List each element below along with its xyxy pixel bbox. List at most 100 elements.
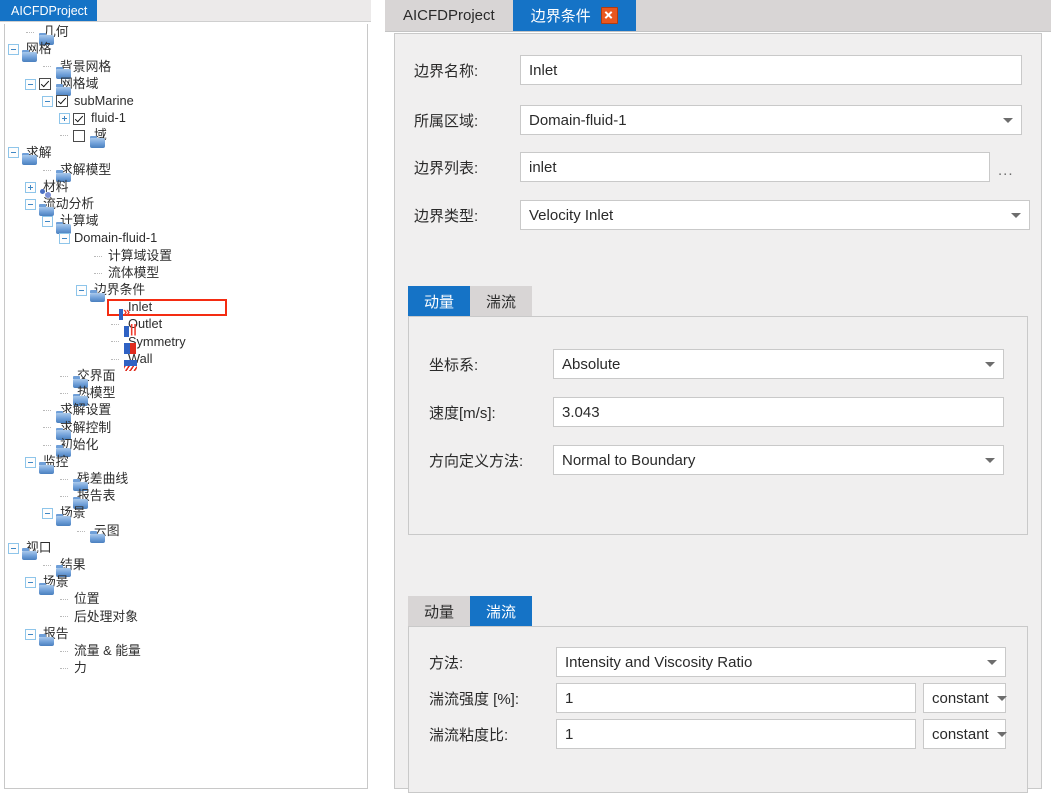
tree-item-30[interactable]: 视口 (5, 540, 367, 557)
turbulence-intensity-input[interactable]: 1 (556, 683, 916, 713)
tree-item-32[interactable]: 场景 (5, 574, 367, 591)
field-boundary-type: 边界类型: Velocity Inlet (414, 200, 1030, 230)
tree-item-5[interactable]: fluid-1 (5, 110, 367, 127)
tree-connector (42, 61, 53, 72)
collapse-icon[interactable] (59, 233, 70, 245)
tree-item-3[interactable]: 网格域 (5, 76, 367, 93)
tree-item-9[interactable]: 材料 (5, 179, 367, 196)
checkbox-off[interactable] (73, 129, 85, 142)
tab-momentum-lower-label: 动量 (424, 603, 455, 621)
project-tree-tabbar: AICFDProject (0, 0, 371, 22)
collapse-icon[interactable] (42, 95, 53, 107)
tab-momentum-lower[interactable]: 动量 (408, 596, 471, 626)
owner-domain-select[interactable]: Domain-fluid-1 (520, 105, 1022, 135)
tree-item-label: Domain-fluid-1 (74, 230, 158, 246)
tab-turbulence[interactable]: 湍流 (470, 596, 533, 626)
tree-item-17[interactable]: Outlet (5, 316, 367, 333)
tab-boundary-conditions[interactable]: 边界条件 (512, 0, 636, 31)
turbulence-method-value: Intensity and Viscosity Ratio (565, 653, 753, 671)
field-owner-domain: 所属区域: Domain-fluid-1 (414, 105, 1022, 135)
collapse-icon[interactable] (25, 78, 36, 90)
tab-turbulence-upper[interactable]: 湍流 (470, 286, 533, 316)
tree-item-22[interactable]: 求解设置 (5, 402, 367, 419)
tree-item-28[interactable]: 场景 (5, 505, 367, 522)
tree-item-34[interactable]: 后处理对象 (5, 608, 367, 625)
tree-connector (110, 319, 121, 330)
close-icon[interactable] (600, 7, 618, 24)
tree-item-12[interactable]: Domain-fluid-1 (5, 230, 367, 247)
direction-method-select[interactable]: Normal to Boundary (553, 445, 1004, 475)
tree-item-36[interactable]: 流量 & 能量 (5, 643, 367, 660)
coordinate-system-select[interactable]: Absolute (553, 349, 1004, 379)
checkbox-on[interactable] (39, 78, 51, 91)
tree-item-8[interactable]: 求解模型 (5, 162, 367, 179)
tree-item-6[interactable]: 域 (5, 127, 367, 144)
collapse-icon[interactable] (8, 147, 19, 159)
boundary-list-browse-button[interactable]: ... (990, 163, 1014, 178)
tree-item-11[interactable]: 计算域 (5, 213, 367, 230)
tree-item-23[interactable]: 求解控制 (5, 419, 367, 436)
expand-icon[interactable] (25, 181, 36, 193)
field-turbulence-viscosity-ratio-label: 湍流粘度比: (429, 726, 509, 744)
tree-item-33[interactable]: 位置 (5, 591, 367, 608)
tree-item-1[interactable]: 网格 (5, 41, 367, 58)
checkbox-on[interactable] (56, 95, 68, 108)
collapse-icon[interactable] (8, 44, 19, 56)
checkbox-on[interactable] (73, 112, 85, 125)
turbulence-viscosity-ratio-unit-select[interactable]: constant (923, 719, 1007, 749)
tree-item-14[interactable]: 流体模型 (5, 265, 367, 282)
turbulence-viscosity-ratio-input[interactable]: 1 (556, 719, 916, 749)
tree-connector (25, 27, 36, 38)
project-tree[interactable]: 几何 网格 背景网格 网格域 subMarine fluid-1 域求解 求解模型 材料 流动分析… (4, 24, 368, 789)
collapse-icon[interactable] (76, 284, 87, 296)
tree-item-19[interactable]: Wall (5, 351, 367, 368)
tree-item-7[interactable]: 求解 (5, 144, 367, 161)
field-turbulence-viscosity-ratio: 湍流粘度比: 1 constant (429, 719, 1007, 749)
tree-item-26[interactable]: 残差曲线 (5, 471, 367, 488)
tab-aicfdproject-label: AICFDProject (403, 7, 495, 24)
tree-item-label: 力 (74, 660, 87, 676)
velocity-input[interactable]: 3.043 (553, 397, 1004, 427)
turbulence-intensity-unit-select[interactable]: constant (923, 683, 1007, 713)
tree-item-label: 流量 & 能量 (74, 642, 141, 658)
collapse-icon[interactable] (25, 456, 36, 468)
tree-item-24[interactable]: 初始化 (5, 437, 367, 454)
tree-item-0[interactable]: 几何 (5, 24, 367, 41)
tree-item-37[interactable]: 力 (5, 660, 367, 677)
tree-item-18[interactable]: Symmetry (5, 333, 367, 350)
boundary-list-input[interactable]: inlet (520, 152, 990, 182)
turbulence-method-select[interactable]: Intensity and Viscosity Ratio (556, 647, 1006, 677)
momentum-tabgroup: 动量 湍流 坐标系: Absolute 速度[m/s]: 3.043 方向定义方… (408, 286, 1028, 535)
boundary-conditions-form: 边界名称: Inlet 所属区域: Domain-fluid-1 边界列表: i… (394, 33, 1042, 793)
tree-item-29[interactable]: 云图 (5, 522, 367, 539)
tree-item-10[interactable]: 流动分析 (5, 196, 367, 213)
tree-item-15[interactable]: 边界条件 (5, 282, 367, 299)
tree-item-16[interactable]: Inlet (5, 299, 367, 316)
collapse-icon[interactable] (8, 542, 19, 554)
expand-icon[interactable] (59, 113, 70, 125)
tree-item-27[interactable]: 报告表 (5, 488, 367, 505)
tab-turbulence-upper-label: 湍流 (486, 293, 517, 311)
field-turbulence-intensity-label: 湍流强度 [%]: (429, 690, 520, 708)
tab-aicfdproject[interactable]: AICFDProject (385, 0, 513, 31)
tree-connector (76, 526, 87, 537)
tree-item-13[interactable]: 计算域设置 (5, 247, 367, 264)
tree-item-4[interactable]: subMarine (5, 93, 367, 110)
tree-connector (59, 663, 70, 674)
tree-item-21[interactable]: 热模型 (5, 385, 367, 402)
tree-item-35[interactable]: 报告 (5, 626, 367, 643)
collapse-icon[interactable] (42, 216, 53, 228)
boundary-name-input[interactable]: Inlet (520, 55, 1022, 85)
tab-aicfdproject-tree[interactable]: AICFDProject (0, 0, 98, 21)
turbulence-tabstrip: 动量 湍流 (408, 596, 1028, 626)
collapse-icon[interactable] (25, 628, 36, 640)
tree-item-20[interactable]: 交界面 (5, 368, 367, 385)
collapse-icon[interactable] (42, 508, 53, 520)
tree-item-31[interactable]: 结果 (5, 557, 367, 574)
tree-item-25[interactable]: 监控 (5, 454, 367, 471)
tab-momentum[interactable]: 动量 (408, 286, 471, 316)
boundary-type-select[interactable]: Velocity Inlet (520, 200, 1030, 230)
collapse-icon[interactable] (25, 577, 36, 589)
tree-item-2[interactable]: 背景网格 (5, 58, 367, 75)
collapse-icon[interactable] (25, 198, 36, 210)
